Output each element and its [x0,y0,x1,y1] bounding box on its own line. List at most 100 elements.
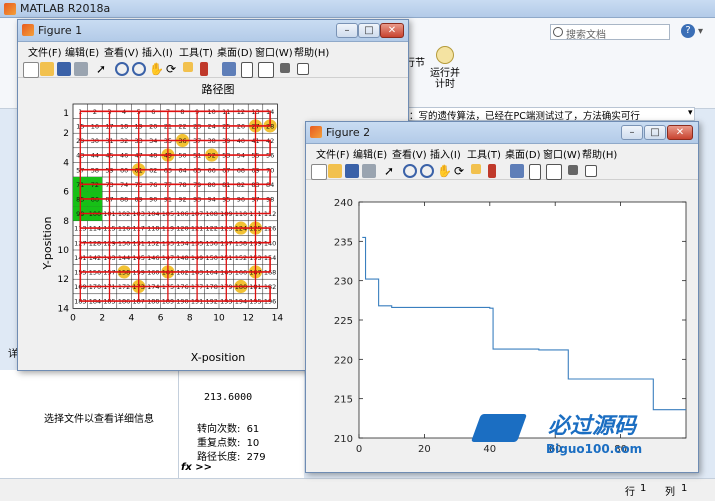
menu-desktop[interactable]: 桌面(D) [217,44,253,59]
datacursor-icon[interactable] [471,164,481,174]
menu-file[interactable]: 文件(F) [316,146,350,161]
minimize-button[interactable]: – [621,125,643,140]
watermark-name: 必过源码 [548,414,637,439]
output-line: 转向次数: 61 [197,420,259,435]
pointer-icon[interactable]: ➚ [96,62,110,76]
figure1-toolbar: ➚ ✋ ⟳ [18,60,408,78]
save-icon[interactable] [345,164,359,178]
run-time-button[interactable]: 运行并 计时 [430,68,460,90]
figure2-menubar: 文件(F) 编辑(E) 查看(V) 插入(I) 工具(T) 桌面(D) 窗口(W… [306,144,698,162]
show-tools-icon[interactable] [585,165,597,177]
hint-dropdown-icon[interactable]: ▾ [688,108,693,118]
x-tick-label: 2 [99,313,105,323]
rotate-icon[interactable]: ⟳ [166,62,180,76]
menu-tools[interactable]: 工具(T) [179,44,213,59]
close-button[interactable]: ✕ [667,125,693,140]
x-tick-label: 6 [158,313,164,323]
minimize-button[interactable]: – [336,23,358,38]
legend-icon[interactable] [258,62,274,78]
colorbar-icon[interactable] [241,62,253,78]
link-icon[interactable] [222,62,236,76]
search-box[interactable]: 搜索文档 [550,24,670,41]
datacursor-icon[interactable] [183,62,193,72]
save-icon[interactable] [57,62,71,76]
zoom-out-icon[interactable] [420,164,434,178]
x-tick-label: 14 [272,313,284,323]
menu-edit[interactable]: 编辑(E) [353,146,387,161]
menu-desktop[interactable]: 桌面(D) [505,146,541,161]
y-tick-label: 210 [334,434,353,445]
status-col-value: 1 [681,483,688,494]
new-figure-icon[interactable] [23,62,39,78]
figure1-title: Figure 1 [38,24,83,37]
close-button[interactable]: ✕ [380,23,404,38]
figure2-toolbar: ➚ ✋ ⟳ [306,162,698,180]
y-tick-label: 215 [334,395,353,406]
output-value: 213.6000 [204,392,253,403]
brush-icon[interactable] [488,164,496,178]
open-icon[interactable] [40,62,54,76]
x-tick-label: 0 [70,313,76,323]
y-tick-label: 240 [334,198,353,209]
output-line: 重复点数: 10 [197,434,259,449]
new-figure-icon[interactable] [311,164,327,180]
search-input[interactable]: 搜索文档 [566,26,606,41]
legend-icon[interactable] [546,164,562,180]
matlab-window-title: MATLAB R2018a [20,2,111,15]
y-tick-label: 220 [334,355,353,366]
zoom-out-icon[interactable] [132,62,146,76]
x-tick-label: 10 [213,313,225,323]
hide-tools-icon[interactable] [280,63,290,73]
run-time-icon[interactable] [436,46,454,64]
print-icon[interactable] [74,62,88,76]
status-bar: 行 1 列 1 [0,478,715,501]
menu-view[interactable]: 查看(V) [104,44,139,59]
hide-tools-icon[interactable] [568,165,578,175]
zoom-in-icon[interactable] [403,164,417,178]
maximize-button[interactable]: □ [644,125,666,140]
figure-icon [310,126,322,138]
figure2-titlebar[interactable]: Figure 2 – □ ✕ [306,122,698,144]
menu-file[interactable]: 文件(F) [28,44,62,59]
rotate-icon[interactable]: ⟳ [454,164,468,178]
y-tick-label: 10 [58,246,70,256]
show-tools-icon[interactable] [297,63,309,75]
pan-icon[interactable]: ✋ [437,164,452,178]
brush-icon[interactable] [200,62,208,76]
y-tick-label: 225 [334,316,353,327]
status-row-value: 1 [640,483,647,494]
y-tick-label: 2 [63,129,69,139]
link-icon[interactable] [510,164,524,178]
menu-view[interactable]: 查看(V) [392,146,427,161]
figure1-titlebar[interactable]: Figure 1 – □ ✕ [18,20,408,42]
menu-tools[interactable]: 工具(T) [467,146,501,161]
menu-window[interactable]: 窗口(W) [255,44,293,59]
help-icon[interactable]: ? [681,24,695,38]
plot-title: 路径图 [202,83,235,96]
menu-edit[interactable]: 编辑(E) [65,44,99,59]
menu-insert[interactable]: 插入(I) [430,146,461,161]
pan-icon[interactable]: ✋ [149,62,164,76]
plot-area [358,201,687,439]
command-window[interactable]: 213.6000 转向次数: 61 重复点数: 10 路径长度: 279 fx … [179,370,304,478]
y-axis-label: Y-position [41,217,54,271]
expand-icon[interactable]: ▾ [698,26,703,37]
output-number: 279 [246,452,266,463]
x-tick-label: 12 [242,313,253,323]
x-axis-label: X-position [191,351,246,364]
menu-window[interactable]: 窗口(W) [543,146,581,161]
zoom-in-icon[interactable] [115,62,129,76]
print-icon[interactable] [362,164,376,178]
y-tick-label: 8 [63,217,69,227]
colorbar-icon[interactable] [529,164,541,180]
menu-help[interactable]: 帮助(H) [582,146,617,161]
pointer-icon[interactable]: ➚ [384,164,398,178]
file-detail-text: 选择文件以查看详细信息 [44,414,154,425]
command-prompt[interactable]: fx >> [181,462,212,473]
open-icon[interactable] [328,164,342,178]
matlab-titlebar: MATLAB R2018a [0,0,715,18]
menu-insert[interactable]: 插入(I) [142,44,173,59]
figure2-title: Figure 2 [326,126,371,139]
maximize-button[interactable]: □ [358,23,380,38]
menu-help[interactable]: 帮助(H) [294,44,329,59]
